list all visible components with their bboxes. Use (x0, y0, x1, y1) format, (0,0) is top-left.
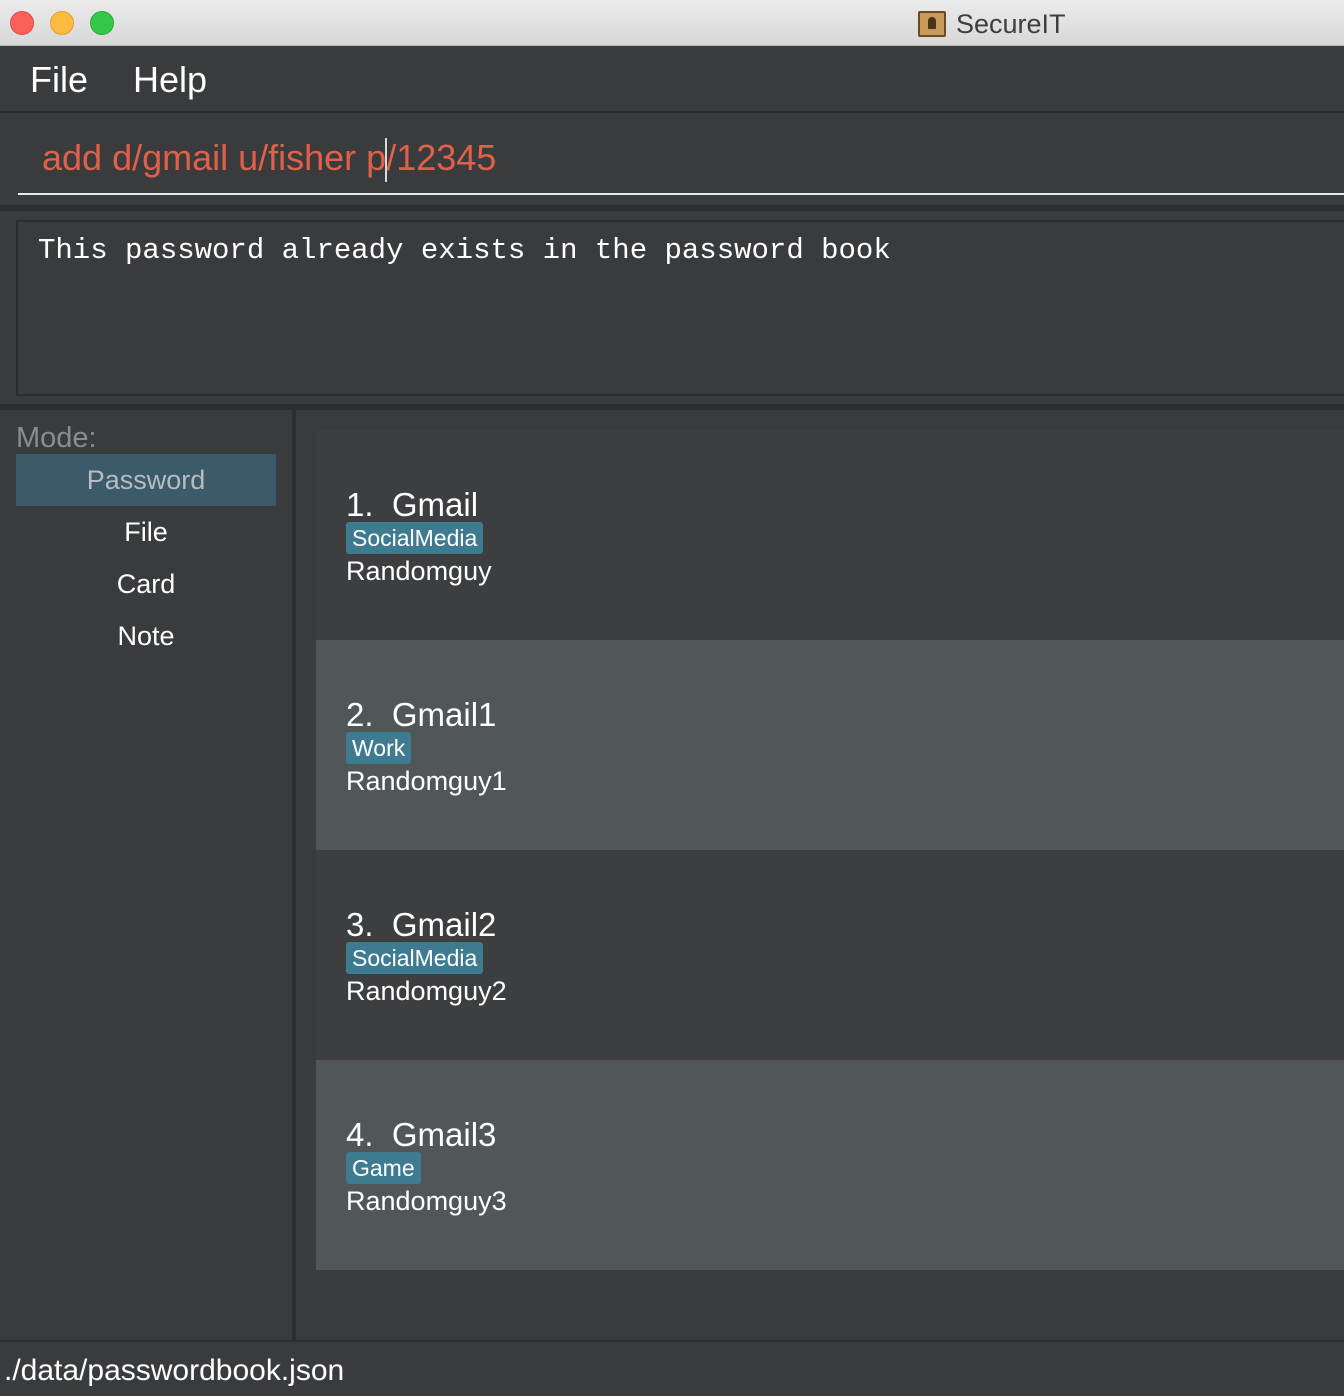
password-list[interactable]: 1. Gmail SocialMedia Randomguy 2. Gmail1… (316, 430, 1344, 1320)
card-username: Randomguy (346, 556, 492, 586)
card-description: Gmail2 (391, 906, 497, 943)
divider (0, 205, 1344, 211)
password-card[interactable]: 4. Gmail3 Game Randomguy3 (316, 1060, 1344, 1270)
card-index: 1. (346, 486, 374, 523)
mode-label: Mode: (16, 422, 97, 454)
card-description: Gmail (391, 486, 479, 523)
mode-item-file[interactable]: File (16, 506, 276, 558)
save-location-path: ./data/passwordbook.json (4, 1354, 345, 1387)
command-input-text: add d/gmail u/fisher p/12345 (42, 137, 497, 178)
tag-badge: Game (346, 1152, 421, 1184)
window-title: SecureIT (956, 8, 1066, 39)
sidebar-divider (292, 410, 296, 1340)
window-titlebar: SecureIT (0, 0, 1344, 46)
card-username: Randomguy1 (346, 766, 507, 796)
close-window-button[interactable] (10, 11, 34, 35)
result-message: This password already exists in the pass… (38, 234, 891, 267)
command-input[interactable]: add d/gmail u/fisher p/12345 (18, 113, 1344, 195)
menu-file[interactable]: File (30, 59, 88, 101)
card-title: 4. Gmail3 (346, 1116, 496, 1154)
mode-item-label: Password (86, 464, 206, 495)
card-title: 2. Gmail1 (346, 696, 496, 734)
card-index: 2. (346, 696, 374, 733)
card-index: 4. (346, 1116, 374, 1153)
card-username: Randomguy3 (346, 1186, 507, 1216)
mode-item-label: Note (117, 620, 175, 651)
password-card[interactable]: 3. Gmail2 SocialMedia Randomguy2 (316, 850, 1344, 1060)
contacts-book-icon (918, 11, 946, 37)
card-description: Gmail3 (391, 1116, 497, 1153)
password-card[interactable]: 2. Gmail1 Work Randomguy1 (316, 640, 1344, 850)
status-bar: ./data/passwordbook.json (0, 1340, 1344, 1396)
tag-badge: SocialMedia (346, 522, 484, 554)
card-username: Randomguy2 (346, 976, 507, 1006)
mode-sidebar: Mode: Password File Card Note (0, 410, 292, 1340)
tag-badge: Work (346, 732, 412, 764)
card-title: 3. Gmail2 (346, 906, 496, 944)
mode-item-note[interactable]: Note (16, 610, 276, 662)
window-title-group: SecureIT (918, 8, 1066, 40)
tag-badge: SocialMedia (346, 942, 484, 974)
menu-bar: File Help (0, 46, 1344, 113)
command-area: add d/gmail u/fisher p/12345 (0, 113, 1344, 208)
menu-help[interactable]: Help (133, 59, 207, 101)
text-caret (385, 138, 387, 182)
card-index: 3. (346, 906, 374, 943)
maximize-window-button[interactable] (90, 11, 114, 35)
password-card[interactable]: 1. Gmail SocialMedia Randomguy (316, 430, 1344, 640)
mode-item-password[interactable]: Password (16, 454, 276, 506)
card-title: 1. Gmail (346, 486, 478, 524)
mode-item-label: File (124, 516, 168, 547)
card-description: Gmail1 (391, 696, 497, 733)
minimize-window-button[interactable] (50, 11, 74, 35)
mode-item-label: Card (116, 568, 176, 599)
mode-item-card[interactable]: Card (16, 558, 276, 610)
result-display[interactable]: This password already exists in the pass… (16, 220, 1344, 396)
